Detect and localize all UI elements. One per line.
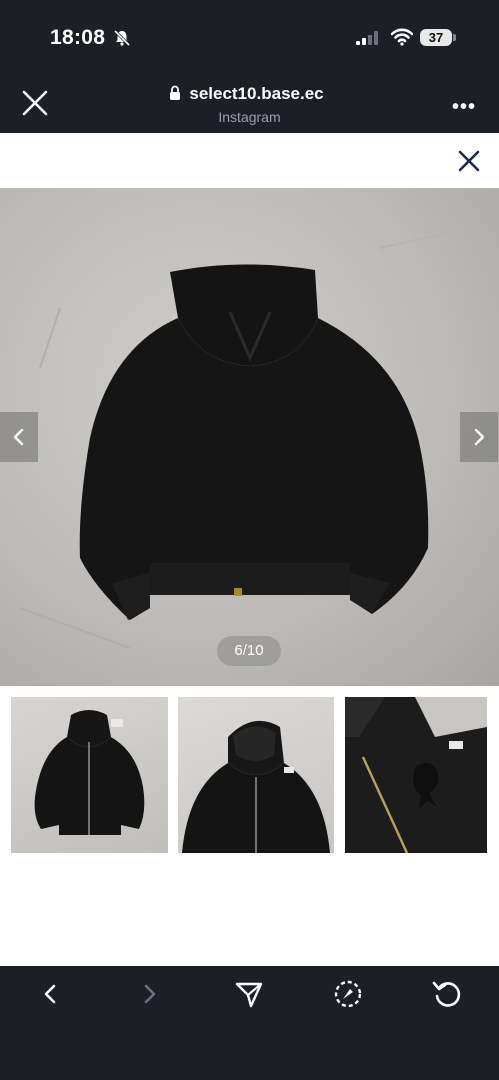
hoodie-detail-thumbnail[interactable] — [345, 697, 487, 853]
next-image-button[interactable] — [460, 412, 498, 462]
back-icon[interactable] — [30, 978, 70, 1010]
chevron-left-icon — [13, 428, 24, 446]
hoodie-detail-image — [345, 697, 487, 853]
product-image[interactable] — [0, 188, 499, 686]
reload-icon[interactable] — [427, 978, 467, 1010]
hoodie-front-image — [34, 710, 145, 835]
image-counter: 6/10 — [217, 636, 281, 666]
status-time: 18:08 — [50, 26, 106, 49]
battery-icon: 37 — [420, 29, 452, 46]
battery-nub — [453, 34, 456, 41]
hoodie-front-close-thumbnail[interactable] — [178, 697, 334, 853]
url-text[interactable]: select10.base.ec — [0, 84, 499, 104]
previous-image-button[interactable] — [0, 412, 38, 462]
more-icon[interactable]: ••• — [452, 96, 476, 119]
wifi-icon — [391, 28, 413, 46]
compass-icon[interactable] — [328, 978, 368, 1010]
share-icon[interactable] — [229, 978, 269, 1010]
forward-icon — [144, 984, 156, 1004]
chevron-right-icon — [474, 428, 485, 446]
close-icon[interactable] — [455, 147, 483, 175]
source-label: Instagram — [218, 109, 281, 125]
hoodie-front-thumbnail[interactable] — [11, 697, 168, 853]
hoodie-front-close-image — [182, 720, 330, 853]
hoodie-back-illustration — [19, 227, 471, 649]
bell-slash-icon — [113, 29, 131, 47]
signal-icon — [356, 31, 378, 45]
lock-icon — [170, 85, 180, 100]
